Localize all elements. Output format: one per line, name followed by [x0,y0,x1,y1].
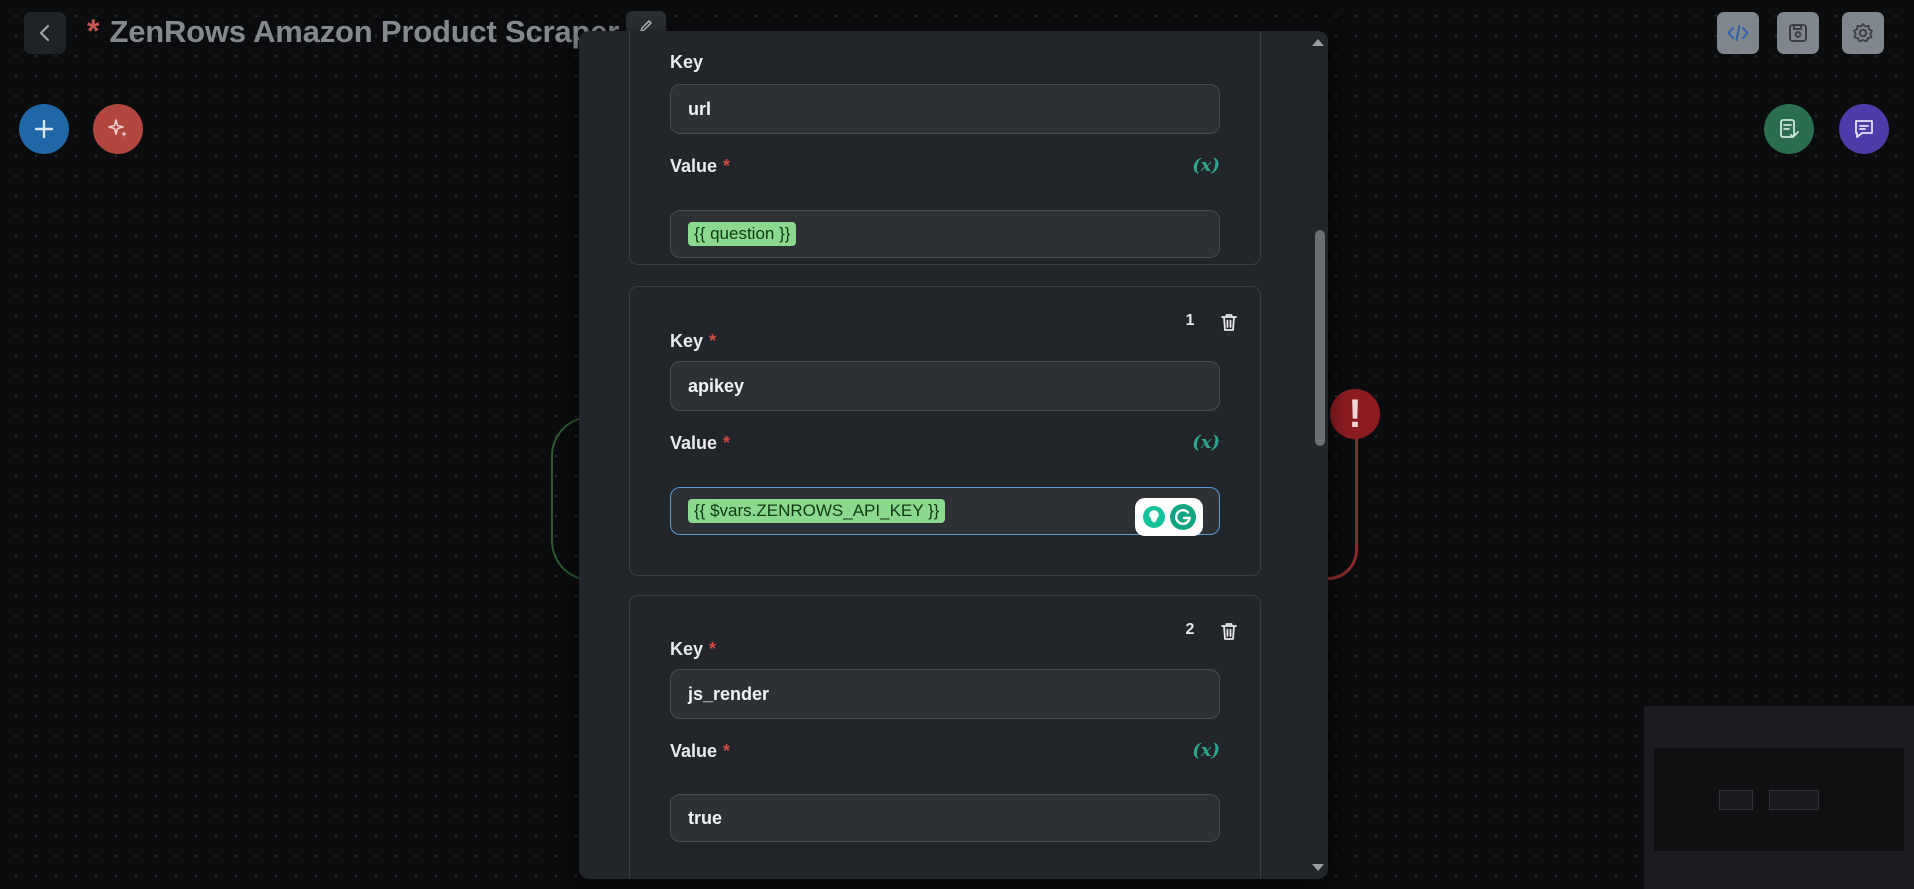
value-input-value: true [688,807,723,828]
key-label: Key [670,52,704,72]
required-marker: * [723,741,731,761]
key-input-value: apikey [688,375,745,396]
key-input-value: js_render [688,683,770,704]
warning-badge[interactable]: ! [1330,389,1380,439]
delete-item-button[interactable] [1218,620,1240,642]
key-input[interactable]: url [670,84,1220,134]
item-index: 1 [1185,312,1195,329]
add-node-button[interactable] [19,104,69,154]
variable-icon[interactable]: (x) [1192,432,1220,453]
value-label: Value * [670,741,731,761]
value-label: Value * [670,156,731,176]
validate-button[interactable] [1764,104,1814,154]
sparkle-icon [108,119,127,137]
lightbulb-icon [1142,506,1165,528]
key-label: Key * [670,639,717,659]
chat-button[interactable] [1839,104,1889,154]
value-input[interactable]: {{ question }} [670,210,1220,258]
grammarly-widget[interactable] [1135,498,1203,536]
delete-item-button[interactable] [1218,311,1240,333]
code-icon [1727,25,1749,41]
flow-title: * ZenRows Amazon Product Scraper [87,13,619,50]
code-button[interactable] [1717,12,1759,54]
gear-icon [1853,23,1873,43]
flow-title-text: ZenRows Amazon Product Scraper [109,14,620,49]
required-marker: * [709,639,717,659]
key-label: Key * [670,331,717,351]
back-button[interactable] [24,12,66,54]
checklist-icon [1780,119,1799,138]
value-input[interactable]: {{ $vars.ZENROWS_API_KEY }} [670,487,1220,536]
save-icon [1789,24,1807,42]
minimap-node [1769,790,1819,810]
scroll-up-arrow[interactable] [1312,39,1324,46]
value-label: Value * [670,433,731,453]
key-input-value: url [688,98,712,119]
required-marker: * [723,156,731,176]
plus-icon [34,119,54,139]
chat-icon [1855,120,1873,138]
key-value-dialog: Key url Value * (x) {{ question }} 1 Key *… [579,31,1328,879]
trash-icon [1221,623,1237,640]
variable-chip: {{ $vars.ZENROWS_API_KEY }} [688,499,946,523]
required-marker: * [709,331,717,351]
item-index: 2 [1185,621,1195,638]
grammarly-icon [1169,504,1196,530]
value-input[interactable]: true [670,794,1220,842]
variable-icon[interactable]: (x) [1192,155,1220,176]
trash-icon [1221,314,1237,331]
save-button[interactable] [1777,12,1819,54]
key-value-item: 1 Key * apikey Value * (x) {{ $vars.ZENROW… [629,286,1261,576]
scrollbar-thumb[interactable] [1315,230,1325,446]
required-marker: * [723,433,731,453]
unsaved-marker: * [87,13,100,49]
settings-button[interactable] [1842,12,1884,54]
dialog-scrollbar[interactable] [1312,31,1328,879]
key-value-item: Key url Value * (x) {{ question }} [629,31,1261,265]
minimap[interactable] [1644,706,1914,889]
variable-icon[interactable]: (x) [1192,740,1220,761]
back-icon [39,24,50,42]
key-value-item: 2 Key * js_render Value * (x) true [629,595,1261,879]
scroll-down-arrow[interactable] [1312,864,1324,871]
key-input[interactable]: js_render [670,669,1220,719]
minimap-node [1719,790,1753,810]
key-input[interactable]: apikey [670,361,1220,411]
magic-button[interactable] [93,104,143,154]
variable-chip: {{ question }} [688,222,797,246]
